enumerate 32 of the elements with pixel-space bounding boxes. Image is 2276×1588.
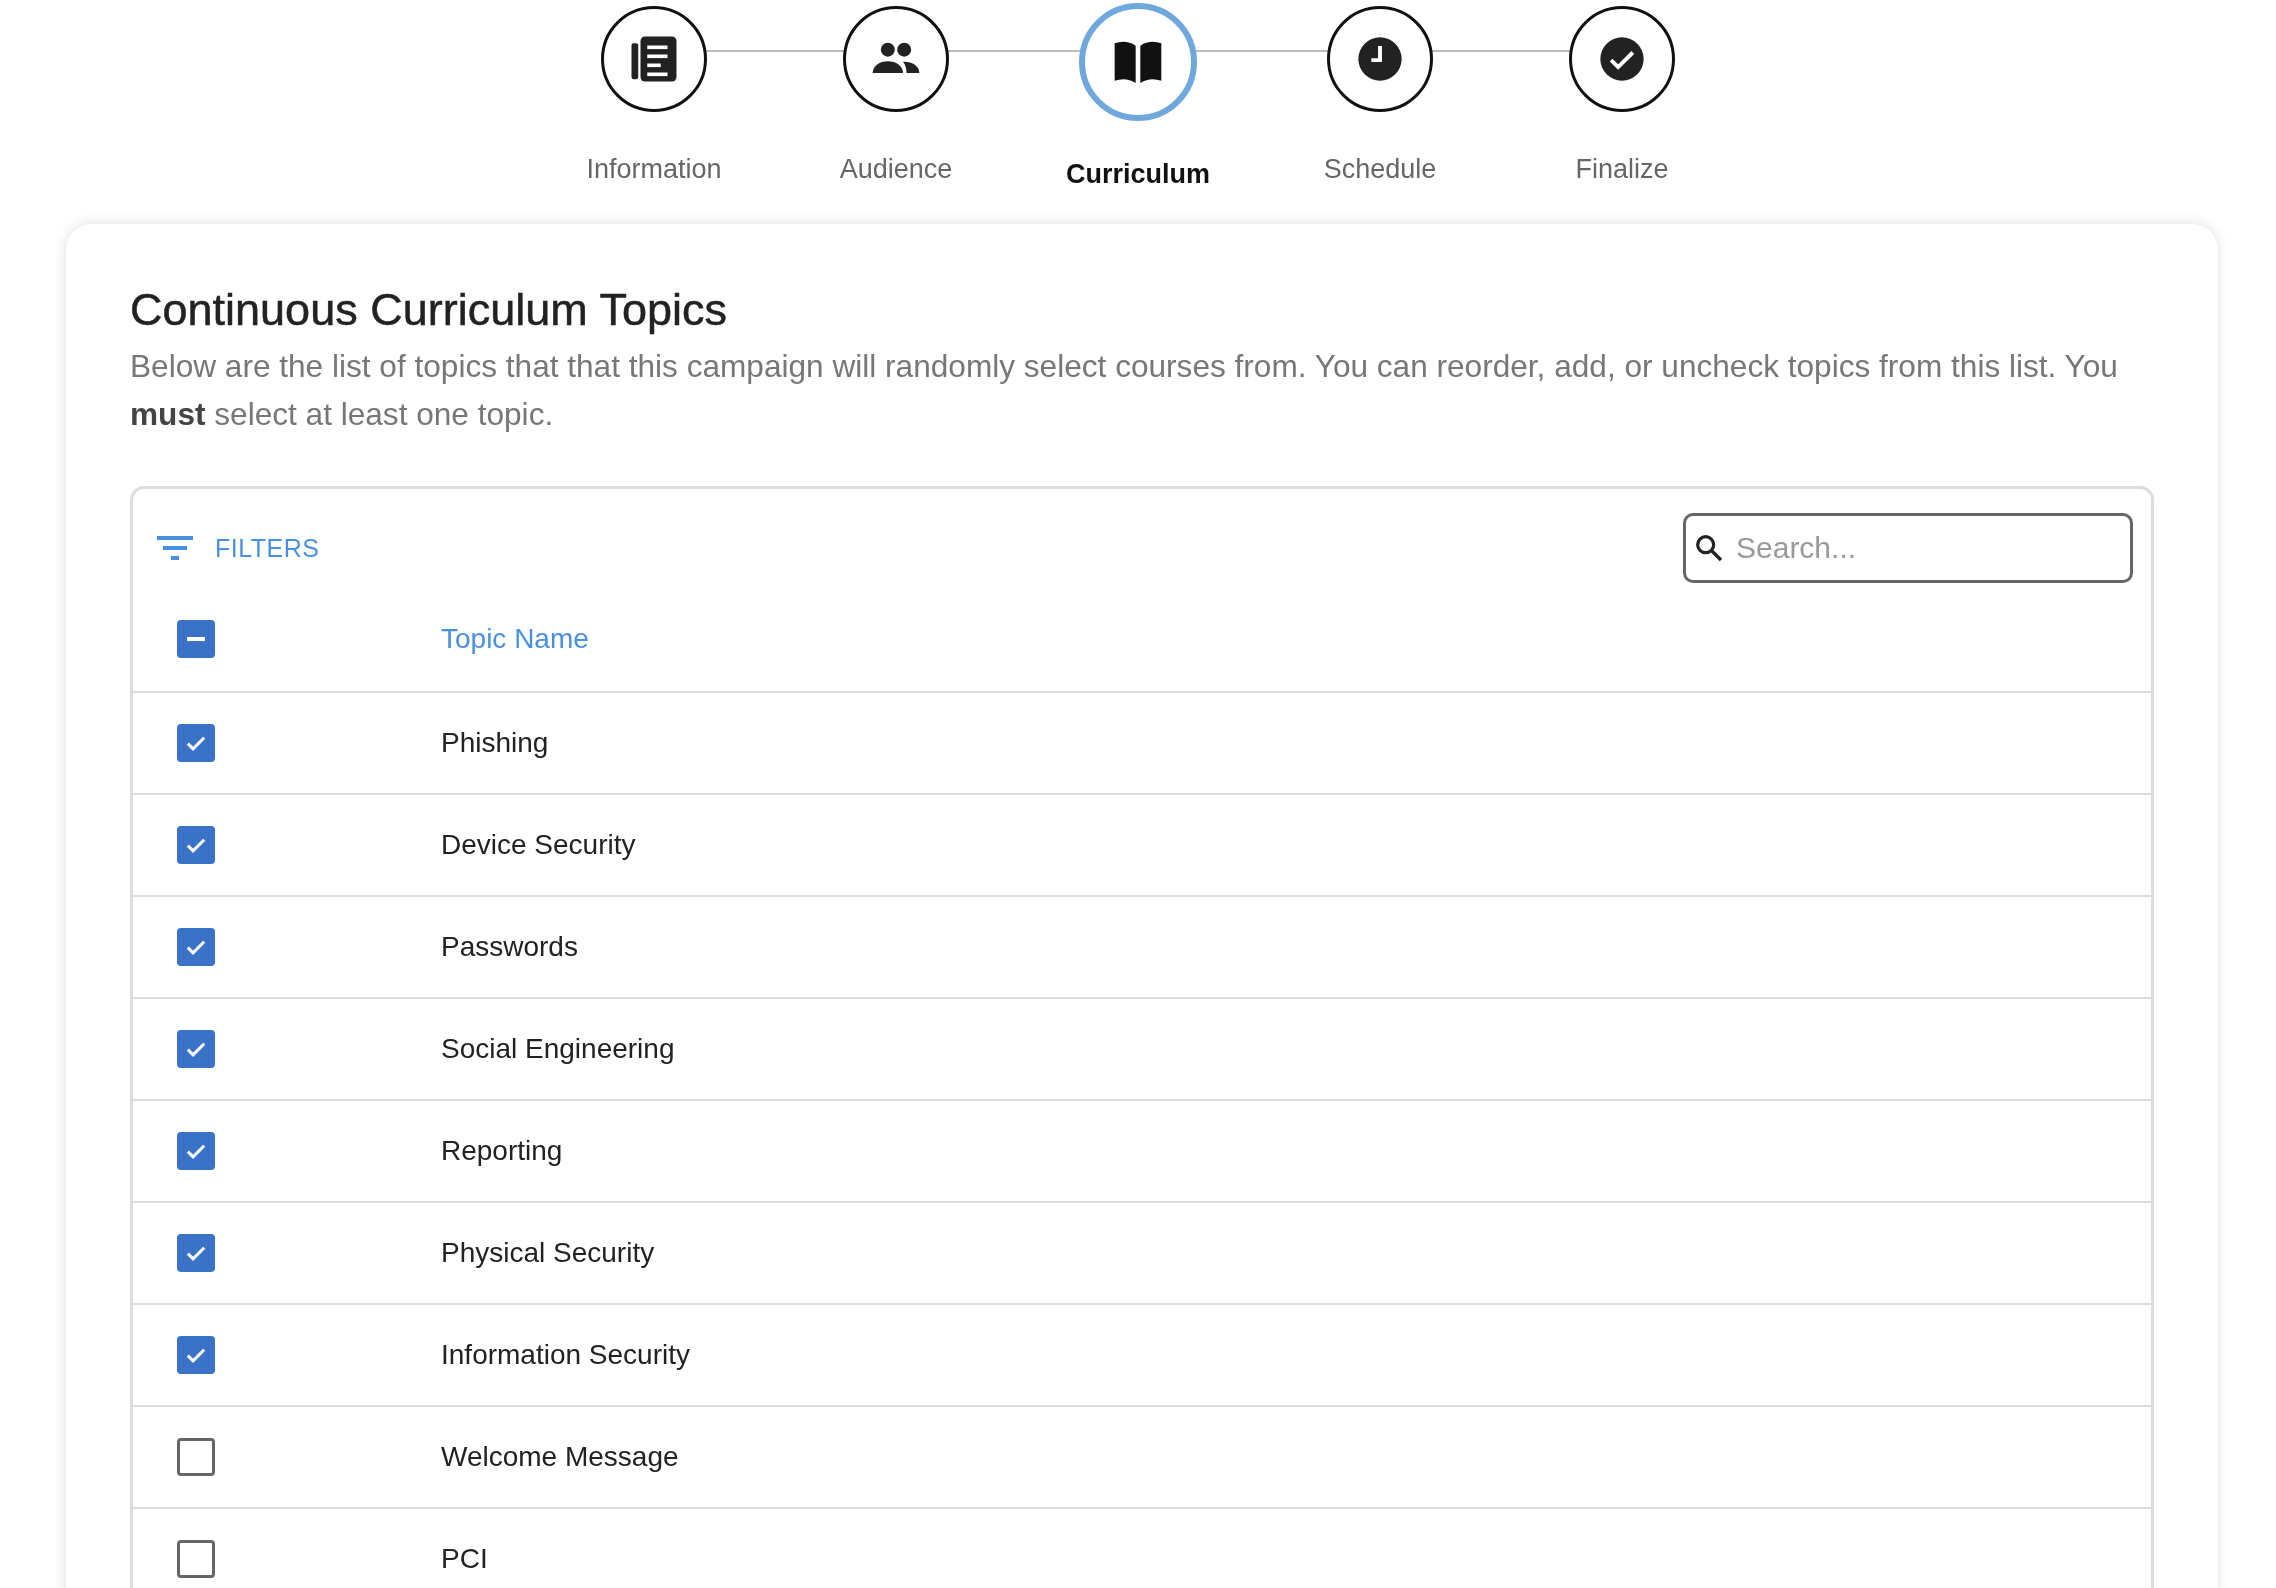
- row-checkbox[interactable]: [177, 1030, 215, 1068]
- topic-name: Physical Security: [441, 1237, 655, 1269]
- step-label: Information: [586, 154, 722, 185]
- row-checkbox[interactable]: [177, 724, 215, 762]
- minus-icon: [187, 637, 205, 641]
- step-label: Audience: [839, 154, 953, 185]
- row-checkbox[interactable]: [177, 1336, 215, 1374]
- row-checkbox[interactable]: [177, 826, 215, 864]
- filters-button[interactable]: FILTERS: [153, 529, 324, 567]
- row-checkbox[interactable]: [177, 1234, 215, 1272]
- topic-name: Social Engineering: [441, 1033, 675, 1065]
- topic-name: Welcome Message: [441, 1441, 679, 1473]
- search-icon: [1693, 532, 1725, 564]
- row-checkbox[interactable]: [177, 1540, 215, 1578]
- topic-name: Reporting: [441, 1135, 563, 1167]
- step-label: Schedule: [1323, 154, 1437, 185]
- row-checkbox[interactable]: [177, 928, 215, 966]
- row-checkbox[interactable]: [177, 1132, 215, 1170]
- card-description: Below are the list of topics that that this campaign will randomly select courses from. You can reorder, add, or uncheck topics from this list. You must select at least one topic.: [130, 347, 2119, 434]
- select-all-checkbox[interactable]: [177, 620, 215, 658]
- topic-name: Phishing: [441, 727, 549, 759]
- column-header[interactable]: Topic Name: [441, 623, 589, 655]
- card-title: Continuous Curriculum Topics: [130, 284, 728, 336]
- topic-name: Information Security: [441, 1339, 690, 1371]
- filter-icon: [157, 534, 193, 562]
- topic-name: Passwords: [441, 931, 578, 963]
- row-checkbox[interactable]: [177, 1438, 215, 1476]
- topic-name: Device Security: [441, 829, 636, 861]
- step-label: Curriculum: [1066, 159, 1210, 190]
- topic-name: PCI: [441, 1543, 488, 1575]
- step-label: Finalize: [1575, 154, 1669, 185]
- search-field[interactable]: Search...: [1683, 513, 2133, 583]
